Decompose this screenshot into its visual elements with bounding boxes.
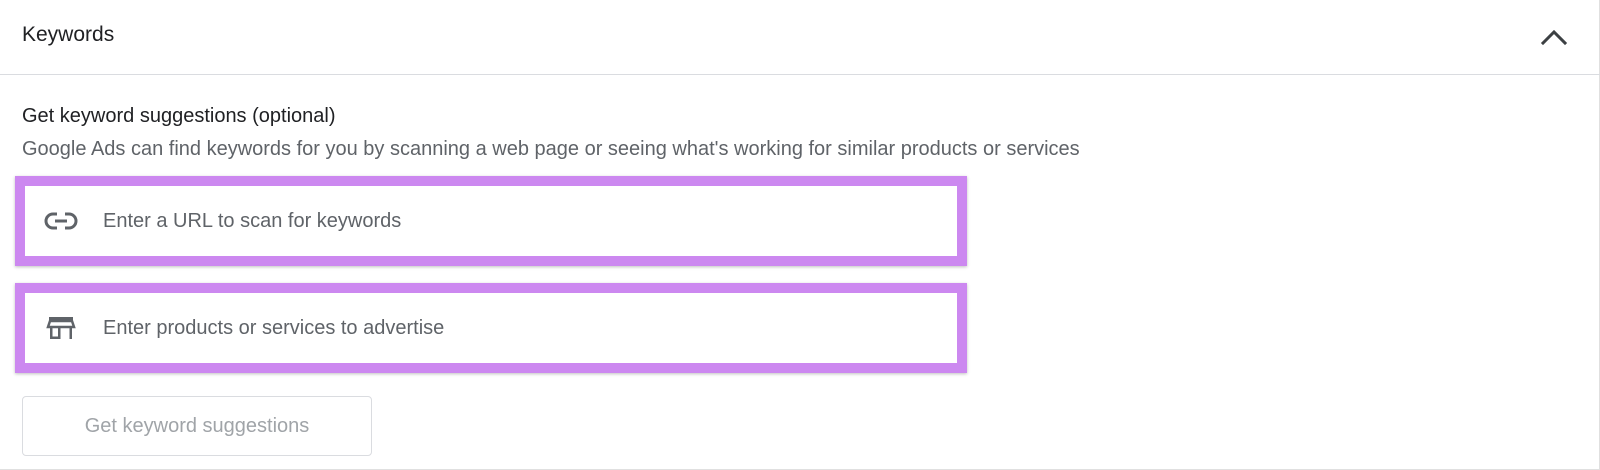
products-input-highlight [15, 283, 967, 373]
panel-header[interactable]: Keywords [0, 0, 1600, 75]
chevron-up-icon [1540, 29, 1568, 46]
products-input[interactable] [103, 316, 903, 340]
section-description: Google Ads can find keywords for you by … [22, 138, 1080, 160]
store-icon [43, 310, 79, 346]
keywords-panel: Keywords Get keyword suggestions (option… [0, 0, 1600, 470]
url-input-highlight [15, 176, 967, 266]
panel-title: Keywords [22, 23, 115, 46]
products-field[interactable] [27, 295, 955, 361]
collapse-button[interactable] [1536, 20, 1572, 52]
url-field[interactable] [27, 188, 955, 254]
url-input[interactable] [103, 209, 903, 233]
section-title: Get keyword suggestions (optional) [22, 105, 336, 127]
get-keyword-suggestions-button[interactable]: Get keyword suggestions [22, 396, 372, 456]
link-icon [43, 203, 79, 239]
